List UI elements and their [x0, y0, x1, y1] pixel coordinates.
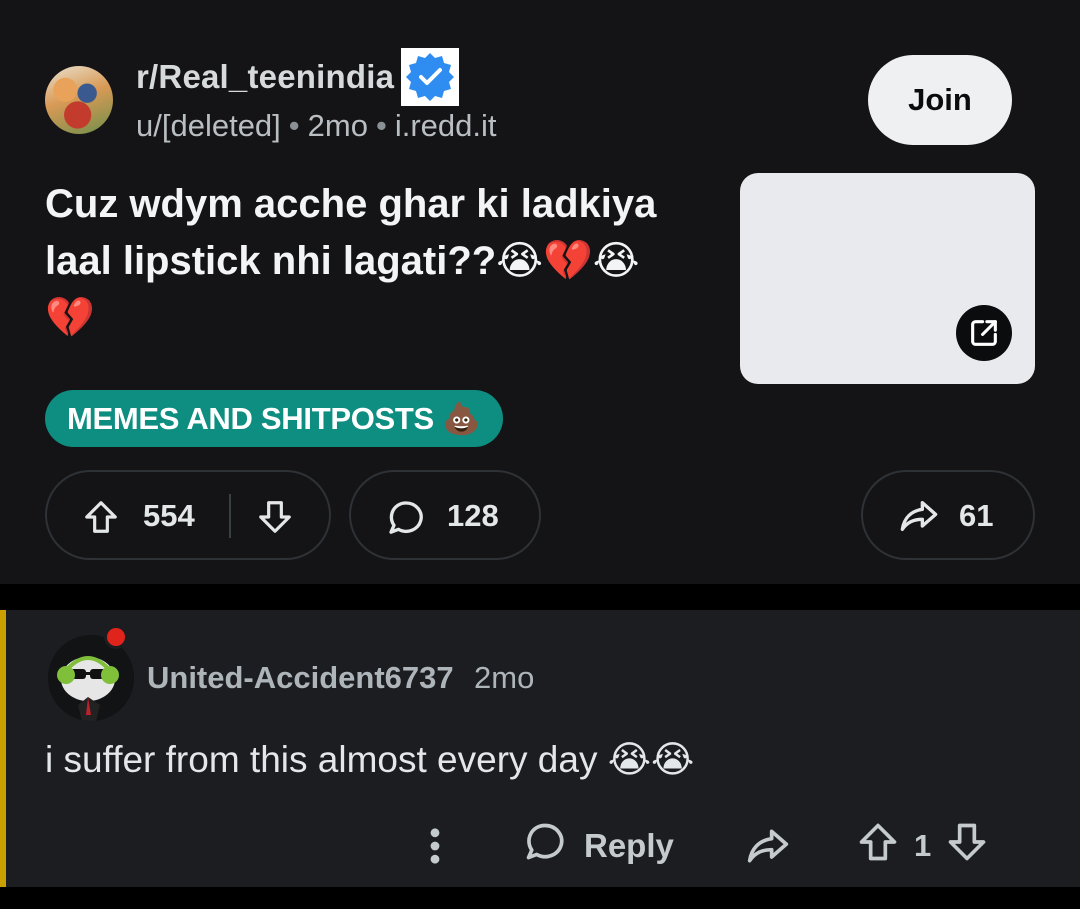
- post-title[interactable]: Cuz wdym acche ghar ki ladkiya laal lips…: [45, 176, 685, 347]
- reply-icon: [522, 820, 568, 872]
- comment-vote: 1: [856, 818, 989, 874]
- post-age: 2mo: [307, 108, 368, 143]
- post-meta: u/[deleted] • 2mo • i.redd.it: [136, 108, 497, 143]
- downvote-icon[interactable]: [255, 498, 295, 544]
- reply-button[interactable]: Reply: [522, 818, 674, 874]
- post-domain[interactable]: i.redd.it: [395, 108, 497, 143]
- snoo-avatar-icon: [48, 635, 134, 721]
- post-author[interactable]: u/[deleted]: [136, 108, 281, 143]
- share-count: 61: [959, 498, 994, 533]
- comment-avatar[interactable]: [48, 625, 134, 721]
- join-button[interactable]: Join: [868, 55, 1012, 145]
- subreddit-avatar[interactable]: [45, 66, 113, 134]
- comment-count: 128: [447, 498, 499, 533]
- comment-author[interactable]: United-Accident6737: [147, 660, 454, 696]
- verified-badge-icon: [401, 48, 459, 106]
- reply-label: Reply: [584, 827, 674, 864]
- comment-body: i suffer from this almost every day 😭😭: [45, 739, 695, 780]
- comment-age: 2mo: [474, 660, 535, 695]
- post-card: r/Real_teenindia u/[deleted] • 2mo • i.redd.…: [0, 0, 1080, 584]
- bottom-separator: [0, 887, 1080, 909]
- comment-upvote-icon[interactable]: [856, 820, 900, 872]
- comment-icon: [385, 498, 427, 546]
- share-button[interactable]: 61: [861, 470, 1035, 560]
- comment-score: 1: [914, 828, 932, 863]
- vote-bar: 554: [45, 470, 331, 560]
- share-icon: [897, 496, 941, 544]
- vote-divider: [229, 494, 231, 538]
- post-flair[interactable]: MEMES AND SHITPOSTS 💩: [45, 390, 503, 447]
- post-score: 554: [143, 498, 195, 533]
- subreddit-name[interactable]: r/Real_teenindia: [136, 58, 394, 96]
- more-icon[interactable]: [420, 818, 450, 874]
- comment-downvote-icon[interactable]: [945, 820, 989, 872]
- upvote-icon[interactable]: [81, 498, 121, 544]
- thread-line[interactable]: [0, 610, 6, 887]
- external-link-icon[interactable]: [956, 305, 1012, 361]
- comment-share-icon[interactable]: [744, 818, 792, 874]
- separator: [0, 584, 1080, 610]
- comments-button[interactable]: 128: [349, 470, 541, 560]
- status-badge: [104, 625, 128, 649]
